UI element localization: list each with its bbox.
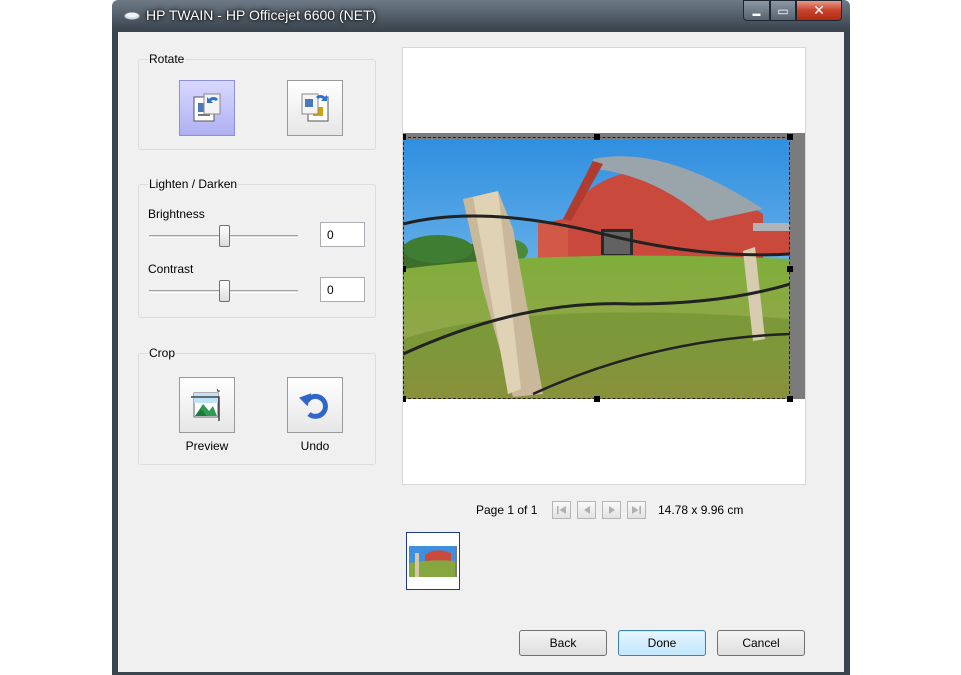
last-page-icon xyxy=(632,506,641,514)
last-page-button[interactable] xyxy=(627,501,646,519)
lighten-darken-group: Lighten / Darken Brightness 0 Contrast 0 xyxy=(138,177,376,318)
crop-handle-ml[interactable] xyxy=(403,266,406,272)
done-button[interactable]: Done xyxy=(618,630,706,656)
back-button[interactable]: Back xyxy=(519,630,607,656)
previous-page-button[interactable] xyxy=(577,501,596,519)
first-page-icon xyxy=(557,506,566,514)
minimize-icon: ▬ xyxy=(752,8,761,18)
page-indicator: Page 1 of 1 xyxy=(476,503,538,517)
rotate-right-button[interactable] xyxy=(287,80,343,136)
scan-size: 14.78 x 9.96 cm xyxy=(658,503,744,517)
contrast-slider-thumb[interactable] xyxy=(219,280,230,302)
page-navigator: Page 1 of 1 14.78 x 9.96 cm xyxy=(402,498,806,522)
next-page-button[interactable] xyxy=(602,501,621,519)
brightness-field[interactable]: 0 xyxy=(320,222,365,247)
minimize-button[interactable]: ▬ xyxy=(743,0,770,21)
crop-handle-tl[interactable] xyxy=(403,134,406,140)
contrast-label: Contrast xyxy=(148,262,194,276)
brightness-label: Brightness xyxy=(148,207,205,221)
crop-selection[interactable] xyxy=(403,134,793,402)
title-bar[interactable]: HP TWAIN - HP Officejet 6600 (NET) ▬ ▭ ✕ xyxy=(112,0,850,32)
lighten-darken-title: Lighten / Darken xyxy=(148,177,239,191)
rotate-title: Rotate xyxy=(148,52,186,66)
brightness-slider-thumb[interactable] xyxy=(219,225,230,247)
crop-handle-bl[interactable] xyxy=(403,396,406,402)
crop-preview-label: Preview xyxy=(185,439,229,453)
close-button[interactable]: ✕ xyxy=(796,0,842,21)
rotate-group: Rotate xyxy=(138,52,376,150)
contrast-field[interactable]: 0 xyxy=(320,277,365,302)
rotate-left-button[interactable] xyxy=(179,80,235,136)
crop-title: Crop xyxy=(148,346,177,360)
first-page-button[interactable] xyxy=(552,501,571,519)
caption-buttons: ▬ ▭ ✕ xyxy=(743,0,842,22)
next-page-icon xyxy=(608,506,615,514)
scanner-icon xyxy=(124,12,140,20)
crop-handle-tm[interactable] xyxy=(594,134,600,140)
thumbnail-photo xyxy=(407,533,459,589)
rotate-right-icon xyxy=(301,93,329,122)
scan-preview-pane[interactable] xyxy=(402,47,806,485)
cancel-button[interactable]: Cancel xyxy=(717,630,805,656)
crop-undo-button[interactable] xyxy=(287,377,343,433)
crop-preview-icon xyxy=(191,388,220,421)
crop-group: Crop Preview Undo xyxy=(138,346,376,465)
crop-handle-bm[interactable] xyxy=(594,396,600,402)
maximize-icon: ▭ xyxy=(777,3,789,18)
crop-undo-label: Undo xyxy=(300,439,330,453)
twain-window: HP TWAIN - HP Officejet 6600 (NET) ▬ ▭ ✕… xyxy=(112,0,850,675)
crop-handle-tr[interactable] xyxy=(787,134,793,140)
dialog-client: Rotate Lighten / Darken Brightness 0 Con… xyxy=(118,32,844,672)
crop-handle-mr[interactable] xyxy=(787,266,793,272)
previous-page-icon xyxy=(583,506,590,514)
window-title: HP TWAIN - HP Officejet 6600 (NET) xyxy=(146,7,377,23)
crop-preview-button[interactable] xyxy=(179,377,235,433)
maximize-button[interactable]: ▭ xyxy=(770,0,796,21)
rotate-left-icon xyxy=(193,93,221,122)
page-thumbnail[interactable] xyxy=(406,532,460,590)
close-icon: ✕ xyxy=(813,2,825,18)
undo-icon xyxy=(299,393,328,419)
crop-handle-br[interactable] xyxy=(787,396,793,402)
